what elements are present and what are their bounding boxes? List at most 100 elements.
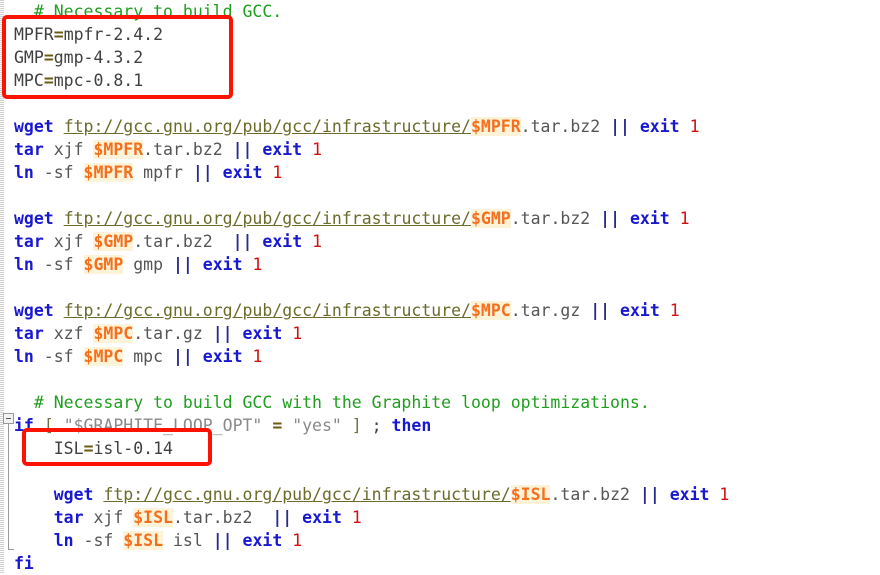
token-var: $GMP <box>470 209 511 228</box>
token-op: || <box>610 117 630 136</box>
code-line[interactable]: wget ftp://gcc.gnu.org/pub/gcc/infrastru… <box>0 299 880 322</box>
token-plain2: MPC <box>14 71 44 90</box>
token-plain: xzf <box>43 324 94 343</box>
code-line[interactable]: # Necessary to build GCC with the Graphi… <box>0 391 880 414</box>
code-line[interactable]: tar xjf $ISL.tar.bz2 || exit 1 <box>0 506 880 529</box>
token-num: 1 <box>719 485 730 504</box>
token-url: ftp://gcc.gnu.org/pub/gcc/infrastructure… <box>63 209 471 228</box>
token-op: || <box>272 508 293 527</box>
code-line[interactable]: ln -sf $MPC mpc || exit 1 <box>0 345 880 368</box>
token-plain: .tar.bz2 <box>143 140 233 159</box>
token-plain: xjf <box>43 140 94 159</box>
code-line[interactable]: wget ftp://gcc.gnu.org/pub/gcc/infrastru… <box>0 207 880 230</box>
code-line[interactable]: ln -sf $GMP gmp || exit 1 <box>0 253 880 276</box>
code-line[interactable]: wget ftp://gcc.gnu.org/pub/gcc/infrastru… <box>0 483 880 506</box>
token-op: || <box>172 347 193 366</box>
token-kw: exit <box>202 347 243 366</box>
code-line[interactable]: GMP=gmp-4.3.2 <box>0 46 880 69</box>
token-var: $MPC <box>470 301 511 320</box>
token-plain: -sf <box>33 347 84 366</box>
code-line[interactable]: tar xjf $GMP.tar.bz2 || exit 1 <box>0 230 880 253</box>
token-kw: exit <box>262 232 303 251</box>
token-plain: isl <box>163 531 213 550</box>
code-line[interactable]: fi <box>0 552 880 575</box>
token-kw: ln <box>53 531 74 550</box>
token-var: $ISL <box>510 485 551 504</box>
code-line[interactable]: tar xzf $MPC.tar.gz || exit 1 <box>0 322 880 345</box>
token-eq: = <box>43 48 54 67</box>
token-op: || <box>172 255 193 274</box>
token-num: 1 <box>351 508 362 527</box>
token-num: 1 <box>252 255 263 274</box>
code-line[interactable] <box>0 460 880 483</box>
code-line[interactable] <box>0 368 880 391</box>
code-line[interactable]: # Necessary to build GCC. <box>0 0 880 23</box>
code-line[interactable]: ln -sf $MPFR mpfr || exit 1 <box>0 161 880 184</box>
code-line[interactable] <box>0 276 880 299</box>
code-content[interactable]: # Necessary to build GCC. MPFR=mpfr-2.4.2… <box>0 0 880 575</box>
token-plain2: isl-0.14 <box>93 439 173 458</box>
token-var: $MPFR <box>470 117 521 136</box>
token-plain: .tar.bz2 <box>172 508 273 527</box>
token-plain2: ISL <box>53 439 84 458</box>
token-var: $MPC <box>83 347 124 366</box>
token-kw: exit <box>302 508 342 527</box>
code-line[interactable] <box>0 92 880 115</box>
fold-collapse-icon[interactable] <box>3 413 14 424</box>
token-str: "$GRAPHITE_LOOP_OPT" <box>63 416 263 435</box>
token-plain: mpc <box>123 347 173 366</box>
code-line[interactable]: if [ "$GRAPHITE_LOOP_OPT" = "yes" ] ; th… <box>0 414 880 437</box>
token-kw: then <box>391 416 432 435</box>
token-var: $ISL <box>133 508 173 527</box>
token-plain: xjf <box>43 232 94 251</box>
fold-guide-foot <box>8 549 14 550</box>
token-num: 1 <box>312 140 322 159</box>
token-num: 1 <box>669 301 680 320</box>
token-plain: mpfr <box>133 163 193 182</box>
code-line[interactable]: tar xjf $MPFR.tar.bz2 || exit 1 <box>0 138 880 161</box>
code-line[interactable] <box>0 184 880 207</box>
token-bracket: [ <box>43 416 54 435</box>
code-line[interactable]: MPFR=mpfr-2.4.2 <box>0 23 880 46</box>
code-line[interactable]: ln -sf $ISL isl || exit 1 <box>0 529 880 552</box>
token-plain: xjf <box>83 508 134 527</box>
token-url: ftp://gcc.gnu.org/pub/gcc/infrastructure… <box>103 485 511 504</box>
token-eq: = <box>53 25 64 44</box>
code-line[interactable]: MPC=mpc-0.8.1 <box>0 69 880 92</box>
token-kw: ln <box>14 163 34 182</box>
token-plain: .tar.gz <box>510 301 591 320</box>
token-var: $MPFR <box>93 140 144 159</box>
token-kw: ln <box>14 255 34 274</box>
token-str: "yes" <box>292 416 342 435</box>
code-line[interactable]: ISL=isl-0.14 <box>0 437 880 460</box>
token-num: 1 <box>689 117 700 136</box>
token-plain: .tar.gz <box>133 324 213 343</box>
token-eq: = <box>83 439 94 458</box>
token-bracket: ] <box>351 416 362 435</box>
token-kw: wget <box>53 485 94 504</box>
token-num: 1 <box>679 209 690 228</box>
code-line[interactable]: wget ftp://gcc.gnu.org/pub/gcc/infrastru… <box>0 115 880 138</box>
token-plain2: MPFR <box>14 25 54 44</box>
code-editor-pane[interactable]: # Necessary to build GCC. MPFR=mpfr-2.4.2… <box>0 0 880 574</box>
token-num: 1 <box>252 347 263 366</box>
